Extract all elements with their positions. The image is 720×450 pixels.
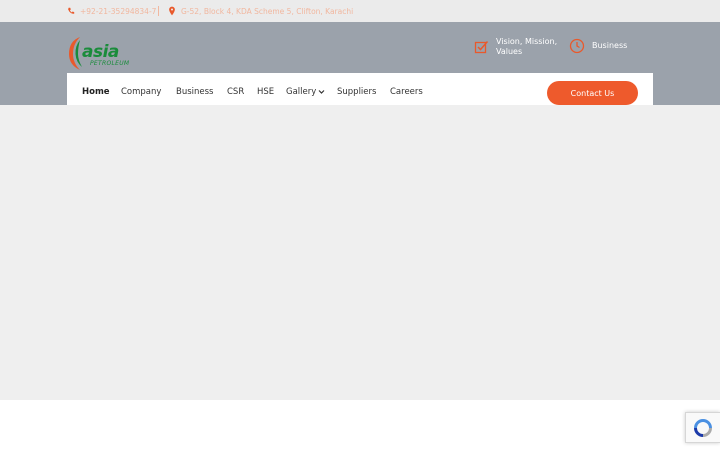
chevron-down-icon bbox=[318, 90, 325, 94]
phone-icon bbox=[68, 7, 75, 14]
nav-careers[interactable]: Careers bbox=[390, 87, 423, 97]
map-pin-icon bbox=[169, 6, 175, 16]
contact-us-button[interactable]: Contact Us bbox=[547, 81, 638, 105]
recaptcha-icon bbox=[694, 418, 712, 437]
nav-company[interactable]: Company bbox=[121, 87, 161, 97]
nav-gallery-label: Gallery bbox=[286, 87, 317, 97]
top-bar: +92-21-35294834-7 G-52, Block 4, KDA Sch… bbox=[0, 0, 720, 22]
site-logo[interactable]: asia PETROLEUM bbox=[66, 35, 136, 71]
feature-business[interactable]: Business bbox=[569, 38, 627, 54]
hero-content-area bbox=[0, 105, 720, 400]
nav-home[interactable]: Home bbox=[82, 87, 110, 97]
nav-business[interactable]: Business bbox=[176, 87, 213, 97]
address-text: G-52, Block 4, KDA Scheme 5, Clifton, Ka… bbox=[181, 6, 354, 16]
divider bbox=[158, 6, 159, 16]
logo-brand: asia bbox=[82, 42, 119, 62]
top-phone[interactable]: +92-21-35294834-7 bbox=[67, 4, 156, 18]
nav-hse[interactable]: HSE bbox=[257, 87, 274, 97]
feature-business-label: Business bbox=[592, 41, 628, 50]
feature-vision[interactable]: Vision, Mission, Values bbox=[474, 37, 558, 57]
clock-icon bbox=[569, 38, 585, 54]
phone-text: +92-21-35294834-7 bbox=[80, 6, 157, 16]
feature-vision-label: Vision, Mission, Values bbox=[496, 37, 558, 56]
top-address[interactable]: G-52, Block 4, KDA Scheme 5, Clifton, Ka… bbox=[168, 4, 353, 18]
nav-gallery[interactable]: Gallery bbox=[286, 87, 325, 97]
logo-tagline: PETROLEUM bbox=[90, 60, 130, 67]
nav-suppliers[interactable]: Suppliers bbox=[337, 87, 376, 97]
checkbox-icon bbox=[474, 40, 489, 53]
nav-csr[interactable]: CSR bbox=[227, 87, 244, 97]
recaptcha-badge[interactable] bbox=[685, 412, 720, 443]
